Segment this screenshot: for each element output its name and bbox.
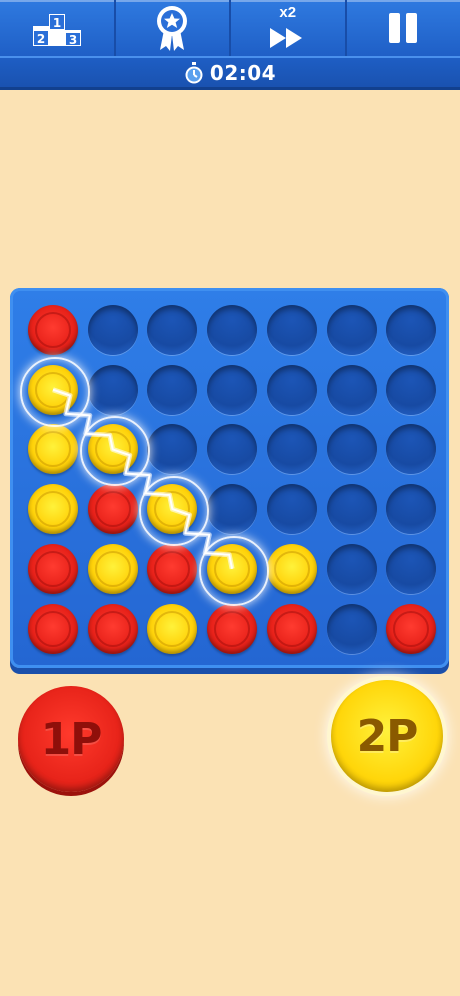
empty-slot[interactable] xyxy=(326,484,377,535)
empty-slot[interactable] xyxy=(207,484,258,535)
red-disc xyxy=(28,305,78,355)
empty-slot[interactable] xyxy=(266,424,317,475)
yellow-disc xyxy=(147,484,198,535)
empty-slot[interactable] xyxy=(266,364,317,415)
empty-slot[interactable] xyxy=(326,305,377,355)
empty-slot[interactable] xyxy=(266,305,317,355)
red-disc xyxy=(147,543,198,594)
pause-button[interactable] xyxy=(347,0,460,56)
empty-slot[interactable] xyxy=(326,603,377,654)
red-disc xyxy=(386,603,437,654)
red-disc xyxy=(207,603,258,654)
player-2-token: 2P xyxy=(331,680,443,792)
empty-slot[interactable] xyxy=(326,543,377,594)
empty-slot[interactable] xyxy=(87,305,138,355)
red-disc xyxy=(28,543,78,594)
yellow-disc xyxy=(87,543,138,594)
red-disc xyxy=(28,603,78,654)
empty-slot[interactable] xyxy=(207,364,258,415)
speed-button[interactable]: x2 xyxy=(231,0,347,56)
empty-slot[interactable] xyxy=(147,364,198,415)
top-toolbar: 1 2 3 x2 xyxy=(0,0,460,56)
red-disc xyxy=(266,603,317,654)
empty-slot[interactable] xyxy=(147,424,198,475)
yellow-disc xyxy=(207,543,258,594)
timer-bar: 02:04 xyxy=(0,56,460,90)
player-2-label: 2P xyxy=(356,710,419,762)
empty-slot[interactable] xyxy=(207,424,258,475)
empty-slot[interactable] xyxy=(326,424,377,475)
podium-label-1: 1 xyxy=(53,16,61,30)
empty-slot[interactable] xyxy=(386,424,437,475)
yellow-disc xyxy=(28,424,78,475)
ribbon-star-icon xyxy=(157,6,188,51)
pause-icon xyxy=(389,13,418,43)
game-board[interactable] xyxy=(10,288,449,668)
empty-slot[interactable] xyxy=(326,364,377,415)
podium-icon: 1 2 3 xyxy=(32,14,81,47)
empty-slot[interactable] xyxy=(147,305,198,355)
podium-label-3: 3 xyxy=(69,33,77,47)
yellow-disc xyxy=(266,543,317,594)
empty-slot[interactable] xyxy=(386,543,437,594)
stopwatch-icon xyxy=(184,61,204,84)
achievements-button[interactable] xyxy=(116,0,231,56)
empty-slot[interactable] xyxy=(386,484,437,535)
empty-slot[interactable] xyxy=(386,305,437,355)
yellow-disc xyxy=(28,484,78,535)
empty-slot[interactable] xyxy=(87,364,138,415)
yellow-disc xyxy=(147,603,198,654)
empty-slot[interactable] xyxy=(207,305,258,355)
red-disc xyxy=(87,484,138,535)
leaderboard-button[interactable]: 1 2 3 xyxy=(0,0,116,56)
empty-slot[interactable] xyxy=(386,364,437,415)
player-1-token: 1P xyxy=(18,686,124,792)
podium-label-2: 2 xyxy=(37,32,45,46)
fast-forward-icon xyxy=(269,28,302,48)
yellow-disc xyxy=(28,364,78,415)
red-disc xyxy=(87,603,138,654)
empty-slot[interactable] xyxy=(266,484,317,535)
yellow-disc xyxy=(87,424,138,475)
timer-value: 02:04 xyxy=(209,60,277,85)
player-1-label: 1P xyxy=(40,713,103,765)
speed-label: x2 xyxy=(279,4,297,21)
